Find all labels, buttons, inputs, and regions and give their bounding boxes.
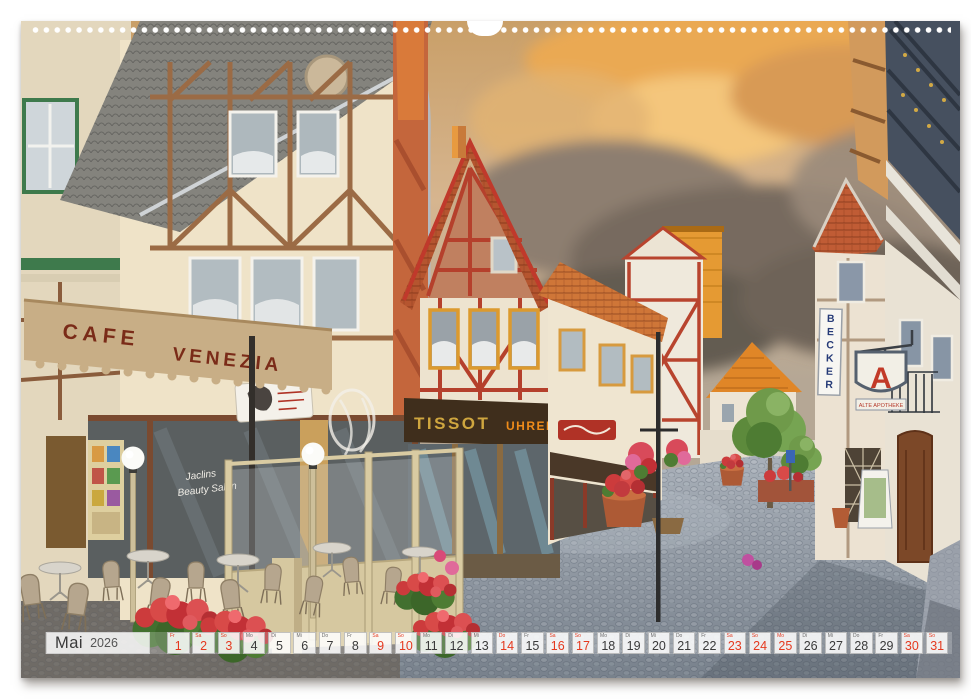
calendar-day-cell: Mo4 xyxy=(243,632,266,654)
becker-sign: BECKER xyxy=(818,309,842,396)
apotheke-plate-text: ALTE APOTHEKE xyxy=(859,403,904,409)
calendar-day-cell: Do14 xyxy=(496,632,519,654)
calendar-day-cell: Fr8 xyxy=(344,632,367,654)
calendar-day-cell: Do21 xyxy=(673,632,696,654)
calendar-day-cell: Sa23 xyxy=(724,632,747,654)
calendar-day-cell: Mi27 xyxy=(825,632,848,654)
calendar-day-cell: Mo11 xyxy=(420,632,443,654)
calendar-day-cell: Fr1 xyxy=(167,632,190,654)
month-name: Mai xyxy=(55,634,83,653)
calendar-day-cell: Mi6 xyxy=(293,632,316,654)
calendar-day-cell: Do7 xyxy=(319,632,342,654)
calendar-sheet: Jaclins Beauty Salon CAFE xyxy=(21,21,960,678)
calendar-month-label: Mai 2026 xyxy=(46,632,150,654)
calendar-day-cell: Di19 xyxy=(622,632,645,654)
apotheke-a-letter: A xyxy=(870,362,892,395)
calendar-day-cell: So10 xyxy=(395,632,418,654)
calendar-page: Jaclins Beauty Salon CAFE xyxy=(0,0,971,700)
calendar-day-cell: Fr22 xyxy=(698,632,721,654)
calendar-days: Fr1Sa2So3Mo4Di5Mi6Do7Fr8Sa9So10Mo11Di12M… xyxy=(167,632,951,654)
calendar-day-cell: Fr15 xyxy=(521,632,544,654)
calendar-day-cell: So24 xyxy=(749,632,772,654)
calendar-day-cell: So31 xyxy=(926,632,949,654)
calendar-day-cell: Mi13 xyxy=(471,632,494,654)
calendar-day-cell: Do28 xyxy=(850,632,873,654)
calendar-day-cell: So17 xyxy=(572,632,595,654)
year-number: 2026 xyxy=(90,636,118,650)
calendar-day-cell: Sa16 xyxy=(546,632,569,654)
calendar-day-cell: Mo18 xyxy=(597,632,620,654)
street-photo: Jaclins Beauty Salon CAFE xyxy=(21,21,960,678)
calendar-day-cell: Mo25 xyxy=(774,632,797,654)
calendar-day-cell: Sa30 xyxy=(901,632,924,654)
calendar-day-cell: Sa2 xyxy=(192,632,215,654)
calendar-day-cell: Fr29 xyxy=(875,632,898,654)
calendar-day-cell: So3 xyxy=(218,632,241,654)
calendar-day-cell: Sa9 xyxy=(369,632,392,654)
calendar-day-cell: Di26 xyxy=(799,632,822,654)
calendar-day-cell: Di12 xyxy=(445,632,468,654)
calendar-day-cell: Mi20 xyxy=(648,632,671,654)
tissot-sign-text: TISSOT xyxy=(414,414,490,433)
calendar-day-cell: Di5 xyxy=(268,632,291,654)
